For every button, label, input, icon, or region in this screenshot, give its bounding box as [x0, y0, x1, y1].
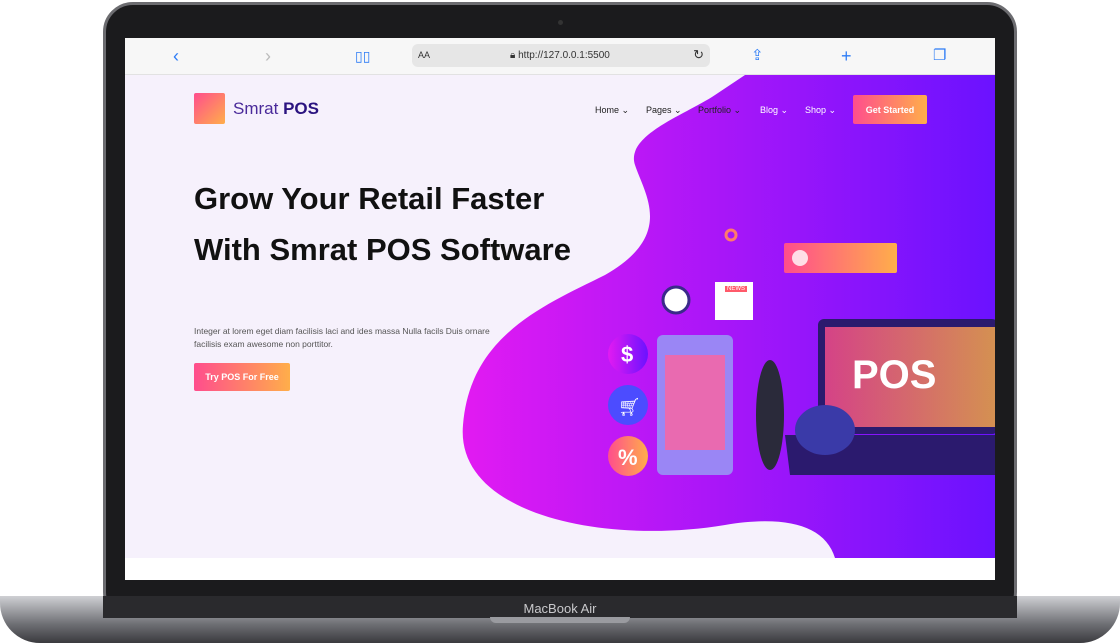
bookmarks-icon[interactable]: ▯▯	[355, 48, 370, 65]
notch	[490, 617, 630, 623]
svg-text:🛒︎: 🛒︎	[618, 397, 641, 417]
nav-label: Shop	[805, 105, 827, 115]
screen: ‹ › ▯▯ AA 🔒︎ http://127.0.0.1:5500 ↻ ⇪ +…	[125, 38, 995, 580]
logo-light: Smrat	[233, 99, 284, 118]
screen-pos-text: POS	[852, 353, 937, 397]
hero-title: Grow Your Retail Faster With Smrat POS S…	[194, 181, 571, 267]
logo-text[interactable]: Smrat POS	[233, 99, 319, 119]
logo-bold: POS	[283, 99, 319, 118]
nav-label: Home	[595, 105, 620, 115]
nav-label: Pages	[646, 105, 672, 115]
browser-toolbar: ‹ › ▯▯ AA 🔒︎ http://127.0.0.1:5500 ↻ ⇪ +…	[125, 38, 995, 75]
address-bar[interactable]: AA 🔒︎ http://127.0.0.1:5500 ↻	[412, 44, 710, 67]
try-pos-button[interactable]: Try POS For Free	[194, 363, 290, 391]
logo-icon[interactable]	[194, 93, 225, 124]
nav-label: Blog	[760, 105, 779, 115]
back-icon[interactable]: ‹	[173, 46, 179, 67]
svg-text:%: %	[618, 445, 638, 470]
nav-pages[interactable]: Pages ⌄	[646, 105, 682, 116]
get-started-button[interactable]: Get Started	[853, 95, 927, 124]
news-label: NEWS	[725, 286, 747, 292]
hero-illustration: $ 🛒︎ %	[462, 75, 995, 558]
hero-description: Integer at lorem eget diam facilisis lac…	[194, 326, 490, 349]
man-figure	[795, 405, 855, 455]
nav-label: Portfolio	[698, 105, 732, 115]
url-text: http://127.0.0.1:5500	[518, 50, 610, 61]
share-icon[interactable]: ⇪	[751, 46, 764, 64]
camera	[558, 20, 563, 25]
web-page: $ 🛒︎ % POS Smrat POS Home ⌄ Pages ⌄ Port…	[125, 75, 995, 558]
tabs-icon[interactable]: ❐	[933, 46, 946, 64]
woman-figure	[756, 360, 784, 470]
nav-home[interactable]: Home ⌄	[595, 105, 629, 116]
svg-text:$: $	[621, 342, 633, 367]
nav-blog[interactable]: Blog ⌄	[760, 105, 788, 116]
nav-portfolio[interactable]: Portfolio ⌄	[698, 105, 741, 116]
text-size-button[interactable]: AA	[418, 50, 430, 60]
lock-icon: 🔒︎	[510, 50, 516, 61]
device-label: MacBook Air	[523, 601, 597, 616]
new-tab-icon[interactable]: +	[841, 46, 852, 67]
nav-shop[interactable]: Shop ⌄	[805, 105, 836, 116]
reload-icon[interactable]: ↻	[693, 47, 704, 63]
forward-icon[interactable]: ›	[265, 46, 271, 67]
